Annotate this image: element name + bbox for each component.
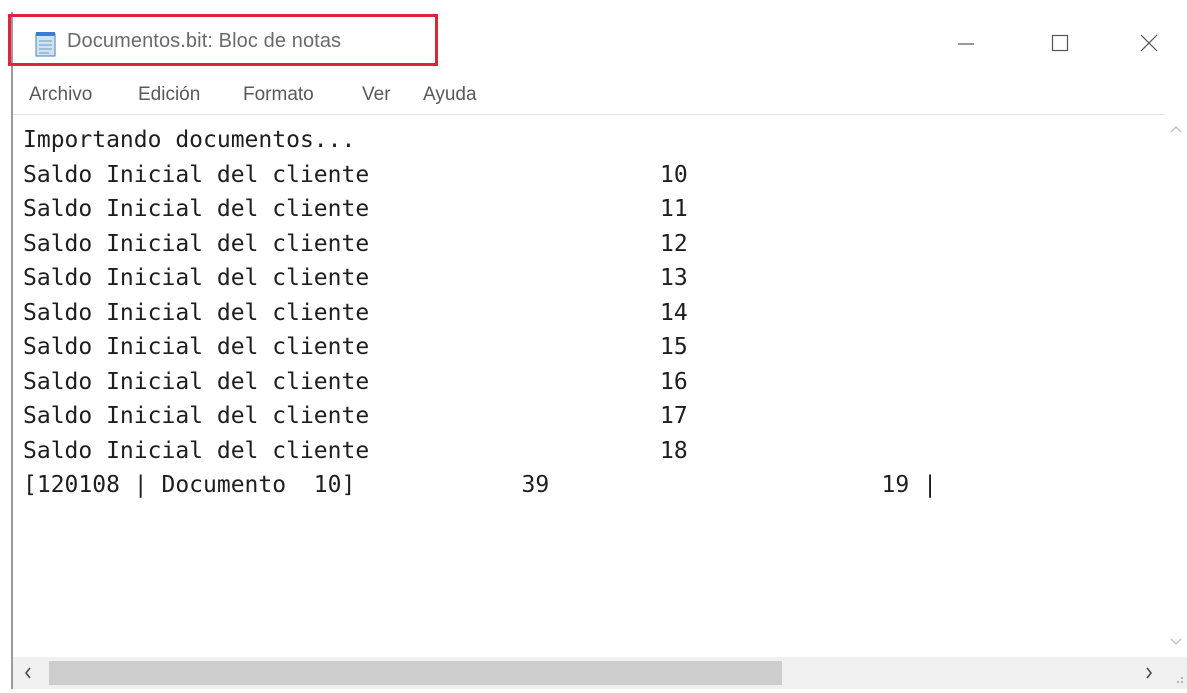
maximize-button[interactable] xyxy=(1029,20,1091,66)
editor-line: Importando documentos... xyxy=(23,127,356,153)
notepad-icon xyxy=(35,32,56,57)
editor-content[interactable]: Importando documentos... Saldo Inicial de… xyxy=(23,123,937,503)
menu-formato[interactable]: Formato xyxy=(243,84,314,106)
editor-line: Saldo Inicial del cliente 17 xyxy=(23,403,688,429)
close-button[interactable] xyxy=(1118,20,1180,66)
horizontal-scrollbar[interactable] xyxy=(13,657,1164,689)
editor-line: Saldo Inicial del cliente 16 xyxy=(23,368,688,395)
notepad-window: Documentos.bit: Bloc de notas Archivo Ed… xyxy=(0,0,1187,689)
scroll-right-button[interactable] xyxy=(1134,657,1164,689)
close-icon xyxy=(1140,34,1158,52)
chevron-left-icon xyxy=(24,667,31,679)
editor-line: [120108 | Documento 10] 39 19 | xyxy=(23,472,937,498)
editor-line: Saldo Inicial del cliente 15 xyxy=(23,334,688,360)
maximize-icon xyxy=(1051,34,1069,52)
resize-grip[interactable] xyxy=(1164,657,1187,689)
editor-line: Saldo Inicial del cliente 14 xyxy=(23,299,688,326)
editor-line: Saldo Inicial del cliente 11 xyxy=(23,196,688,222)
menu-ver[interactable]: Ver xyxy=(362,84,391,106)
vertical-scrollbar[interactable] xyxy=(1164,114,1187,657)
editor-line: Saldo Inicial del cliente 12 xyxy=(23,230,688,257)
chevron-down-icon xyxy=(1170,638,1181,645)
scroll-up-button[interactable] xyxy=(1164,118,1187,140)
resize-grip-icon xyxy=(1177,677,1183,683)
menu-edicion[interactable]: Edición xyxy=(138,84,200,106)
chevron-up-icon xyxy=(1170,126,1181,133)
editor-line: Saldo Inicial del cliente 18 xyxy=(23,437,688,464)
window-title: Documentos.bit: Bloc de notas xyxy=(67,30,342,52)
menu-ayuda[interactable]: Ayuda xyxy=(423,84,477,106)
minimize-icon xyxy=(958,43,974,45)
text-editor[interactable]: Importando documentos... Saldo Inicial de… xyxy=(13,114,1164,658)
scroll-left-button[interactable] xyxy=(13,657,43,689)
minimize-button[interactable] xyxy=(935,20,997,66)
horizontal-scroll-thumb[interactable] xyxy=(49,661,782,685)
chevron-right-icon xyxy=(1146,667,1153,679)
editor-line: Saldo Inicial del cliente 13 xyxy=(23,265,688,291)
scroll-down-button[interactable] xyxy=(1164,631,1187,653)
editor-line: Saldo Inicial del cliente 10 xyxy=(23,161,688,188)
menu-archivo[interactable]: Archivo xyxy=(29,84,92,106)
